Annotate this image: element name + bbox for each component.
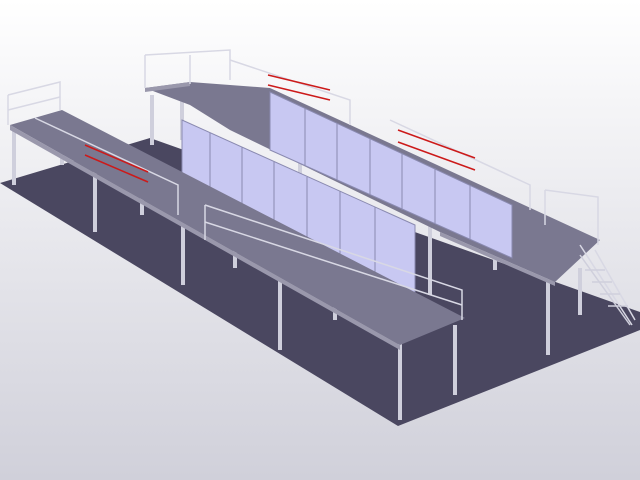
cad-viewport[interactable] (0, 0, 640, 480)
